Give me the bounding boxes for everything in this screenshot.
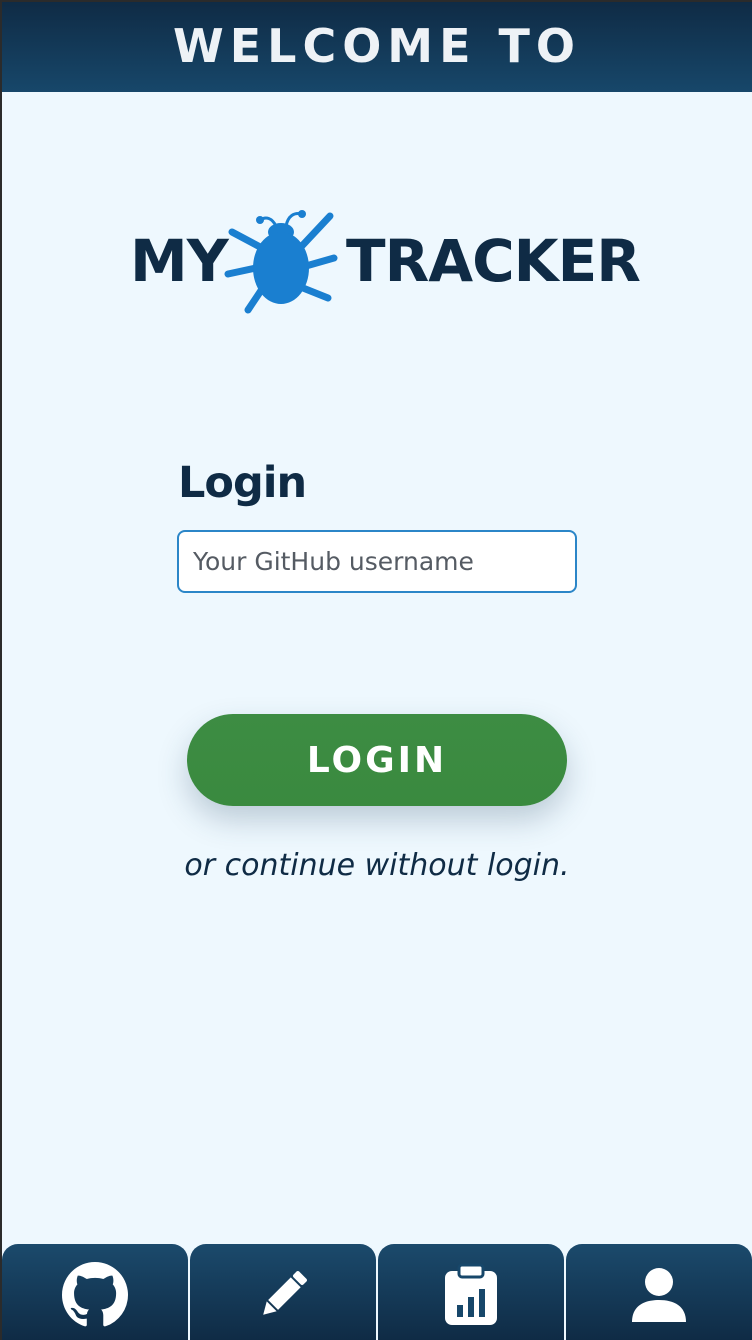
nav-item-edit[interactable]	[190, 1244, 376, 1340]
login-button[interactable]: LOGIN	[187, 714, 567, 806]
bottom-nav	[2, 1244, 752, 1340]
nav-item-profile[interactable]	[566, 1244, 752, 1340]
github-icon	[62, 1262, 128, 1327]
github-username-input[interactable]	[177, 530, 577, 593]
bug-icon	[224, 210, 338, 314]
login-heading: Login	[178, 458, 307, 508]
logo-text-my: MY	[130, 227, 229, 295]
header-bar: WELCOME TO	[2, 2, 752, 92]
header-title: WELCOME TO	[172, 19, 582, 73]
clipboard-chart-icon	[445, 1263, 497, 1325]
continue-without-login-link[interactable]: or continue without login.	[2, 848, 752, 883]
app-logo: MY TRACKER	[128, 206, 641, 318]
nav-item-github[interactable]	[2, 1244, 188, 1340]
nav-item-reports[interactable]	[378, 1244, 564, 1340]
app-screen: WELCOME TO MY TRACKER Login LOGIN	[2, 2, 752, 1340]
pencil-icon	[263, 1271, 307, 1315]
user-icon	[632, 1268, 686, 1322]
logo-text-tracker: TRACKER	[346, 227, 641, 295]
